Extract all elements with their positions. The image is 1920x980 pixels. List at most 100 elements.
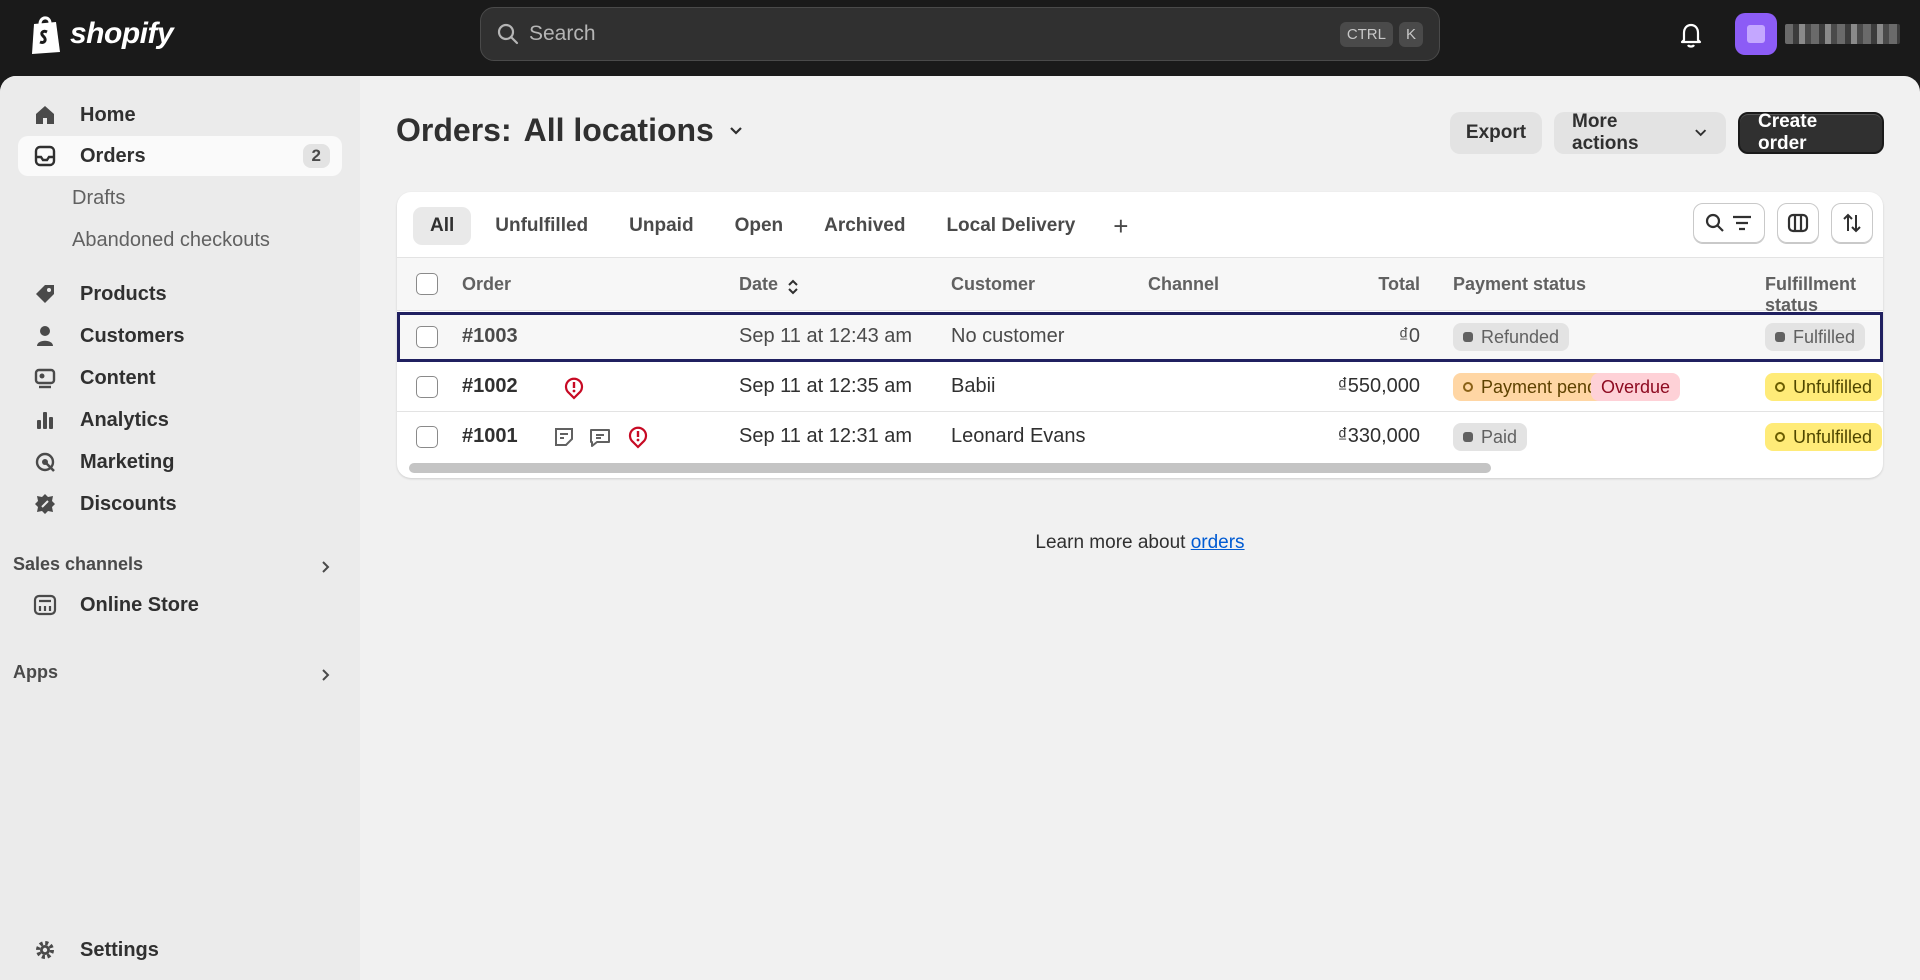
sort-arrows-icon[interactable]: [786, 278, 800, 296]
order-total: ₫550,000: [1337, 375, 1420, 397]
sales-channels-label[interactable]: Sales channels: [13, 554, 143, 575]
store-name-blurred[interactable]: [1785, 24, 1900, 44]
order-customer: Leonard Evans: [951, 425, 1086, 447]
alert-icon[interactable]: [627, 425, 649, 449]
sidebar-item-home[interactable]: Home: [18, 95, 342, 135]
store-avatar[interactable]: [1735, 13, 1777, 55]
column-header-customer[interactable]: Customer: [951, 274, 1035, 295]
sidebar-item-products[interactable]: Products: [18, 274, 342, 314]
sidebar-item-discounts[interactable]: Discounts: [18, 484, 342, 524]
shopify-bag-icon: [32, 16, 60, 54]
row-checkbox[interactable]: [416, 326, 438, 348]
orders-count-badge: 2: [302, 144, 330, 168]
tag-icon: [32, 281, 58, 307]
sidebar-item-label: Content: [80, 366, 156, 389]
home-icon: [32, 102, 58, 128]
search-icon: [1705, 213, 1724, 232]
more-actions-button[interactable]: More actions: [1554, 111, 1726, 154]
order-customer: No customer: [951, 325, 1065, 347]
sidebar-item-drafts[interactable]: Drafts: [18, 178, 342, 218]
sidebar-item-label: Marketing: [80, 450, 175, 473]
sidebar: Home Orders 2 Drafts Abandoned checkouts…: [0, 76, 360, 980]
horizontal-scrollbar[interactable]: [409, 463, 1491, 473]
column-header-total[interactable]: Total: [1317, 274, 1420, 295]
table-row[interactable]: #1003 Sep 11 at 12:43 am No customer ₫0 …: [397, 312, 1883, 362]
discount-icon: [32, 491, 58, 517]
sidebar-item-customers[interactable]: Customers: [18, 316, 342, 356]
alert-icon[interactable]: [563, 376, 585, 400]
comment-icon[interactable]: [588, 426, 612, 448]
column-header-fulfillment-status[interactable]: Fulfillment status: [1765, 274, 1883, 316]
fulfillment-status-badge: Unfulfilled: [1765, 373, 1883, 401]
sort-button[interactable]: [1831, 203, 1873, 243]
shopify-logo[interactable]: shopify: [28, 14, 174, 54]
view-tabs: All Unfulfilled Unpaid Open Archived Loc…: [413, 206, 1142, 246]
apps-label[interactable]: Apps: [13, 662, 58, 683]
sidebar-item-label: Settings: [80, 938, 159, 961]
row-checkbox[interactable]: [416, 376, 438, 398]
sidebar-item-label: Products: [80, 282, 167, 305]
store-icon: [32, 592, 58, 618]
table-row[interactable]: #1002 Sep 11 at 12:35 am Babii ₫550,000 …: [397, 362, 1883, 412]
order-date: Sep 11 at 12:43 am: [739, 325, 913, 347]
order-number[interactable]: #1001: [462, 425, 518, 448]
tab-all[interactable]: All: [413, 207, 472, 245]
more-actions-label: More actions: [1572, 111, 1639, 154]
payment-status-badge: Paid: [1453, 423, 1528, 451]
fulfillment-status-badge: Fulfilled: [1765, 323, 1866, 351]
export-button[interactable]: Export: [1450, 112, 1542, 154]
order-number[interactable]: #1002: [462, 375, 518, 398]
bar-chart-icon: [32, 407, 58, 433]
create-order-button[interactable]: Create order: [1738, 111, 1884, 154]
column-header-payment-status[interactable]: Payment status: [1453, 274, 1586, 295]
row-checkbox[interactable]: [416, 426, 438, 448]
fulfillment-status-badge: Unfulfilled: [1765, 423, 1883, 451]
page-title-prefix: Orders:: [396, 112, 512, 148]
chevron-right-icon[interactable]: [318, 559, 334, 575]
chevron-down-icon[interactable]: [726, 121, 746, 141]
content-icon: [32, 365, 58, 391]
chevron-right-icon[interactable]: [318, 667, 334, 683]
column-header-channel[interactable]: Channel: [1148, 274, 1219, 295]
order-number[interactable]: #1003: [462, 325, 518, 348]
column-header-date[interactable]: Date: [739, 274, 778, 295]
tab-unfulfilled[interactable]: Unfulfilled: [478, 207, 605, 245]
note-icon[interactable]: [553, 426, 575, 448]
orders-icon: [32, 143, 58, 169]
select-all-checkbox[interactable]: [416, 273, 438, 295]
order-date: Sep 11 at 12:31 am: [739, 425, 913, 447]
top-bar: shopify Search CTRL K: [0, 0, 1920, 76]
create-order-label: Create order: [1758, 111, 1818, 154]
tab-local-delivery[interactable]: Local Delivery: [929, 207, 1092, 245]
column-header-order[interactable]: Order: [462, 274, 511, 295]
location-selector[interactable]: All locations: [524, 112, 714, 149]
columns-button[interactable]: [1777, 203, 1819, 243]
search-filter-button[interactable]: [1693, 203, 1765, 243]
order-date: Sep 11 at 12:35 am: [739, 375, 913, 397]
sidebar-item-abandoned-checkouts[interactable]: Abandoned checkouts: [18, 220, 342, 260]
search-input[interactable]: Search CTRL K: [480, 7, 1440, 61]
shortcut-key-ctrl: CTRL: [1339, 21, 1393, 47]
learn-more-label: Learn more about: [1035, 532, 1186, 553]
sidebar-item-label: Home: [80, 103, 136, 126]
order-customer: Babii: [951, 375, 996, 397]
sidebar-item-marketing[interactable]: Marketing: [18, 442, 342, 482]
table-row[interactable]: #1001 Sep 11 at 12:31 am Leonard Evans ₫…: [397, 412, 1883, 462]
tab-unpaid[interactable]: Unpaid: [612, 207, 710, 245]
orders-help-link[interactable]: orders: [1191, 532, 1245, 553]
overdue-badge: Overdue: [1591, 373, 1681, 401]
app-shell: Home Orders 2 Drafts Abandoned checkouts…: [0, 76, 1920, 980]
sidebar-item-settings[interactable]: Settings: [18, 930, 342, 970]
sidebar-item-online-store[interactable]: Online Store: [18, 585, 342, 625]
sidebar-item-analytics[interactable]: Analytics: [18, 400, 342, 440]
person-icon: [32, 323, 58, 349]
tab-archived[interactable]: Archived: [807, 207, 922, 245]
bell-icon[interactable]: [1676, 20, 1706, 50]
sidebar-item-orders[interactable]: Orders 2: [18, 136, 342, 176]
sidebar-item-content[interactable]: Content: [18, 358, 342, 398]
sidebar-item-label: Online Store: [80, 593, 199, 616]
sidebar-item-label: Analytics: [80, 408, 169, 431]
add-view-icon[interactable]: +: [1099, 211, 1142, 242]
order-total: ₫0: [1398, 325, 1420, 347]
tab-open[interactable]: Open: [718, 207, 801, 245]
